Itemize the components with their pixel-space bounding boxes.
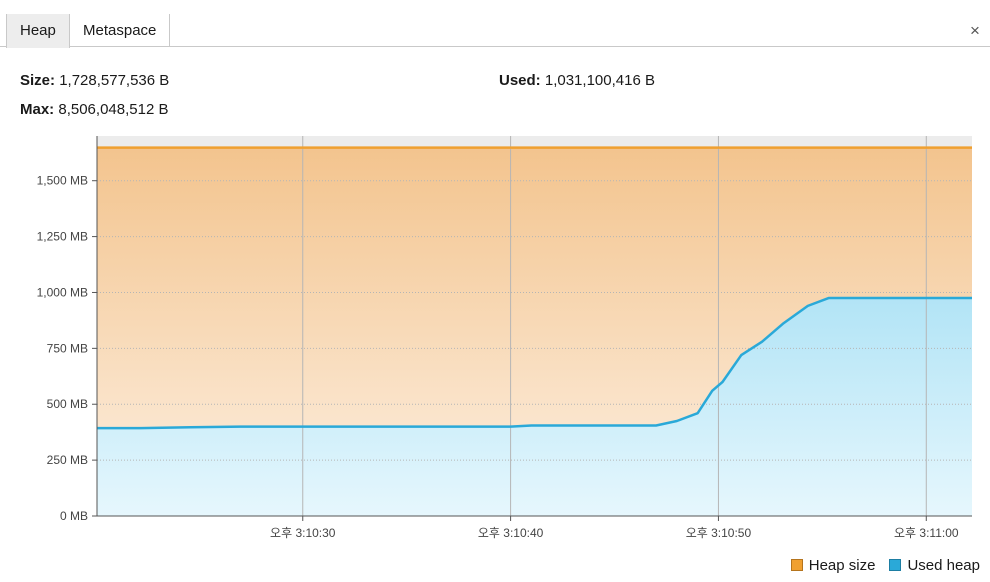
legend-swatch-heap-size [790,559,803,571]
legend-label-used-heap: Used heap [907,556,980,574]
legend-item-used-heap: Used heap [889,557,980,574]
y-tick-label: 0 MB [60,509,88,523]
legend-swatch-used-heap [889,559,902,571]
x-tick-label: 오후 3:10:50 [686,526,752,540]
y-tick-label: 1,250 MB [37,230,88,244]
legend-item-heap-size: Heap size [790,556,876,574]
x-tick-label: 오후 3:11:00 [894,526,959,540]
x-tick-label: 오후 3:10:30 [270,526,336,540]
x-tick-label: 오후 3:10:40 [478,526,544,540]
y-tick-label: 750 MB [47,341,88,355]
chart-legend: Heap size Used heap [777,555,980,575]
legend-label-heap-size: Heap size [808,556,876,574]
y-tick-label: 250 MB [47,453,88,467]
y-tick-label: 1,000 MB [37,285,88,299]
heap-chart: 0 MB 250 MB 500 MB 750 MB 1,000 MB 1,250 MB 1,… [37,136,972,540]
y-tick-label: 1,500 MB [37,174,88,188]
y-tick-label: 500 MB [47,397,88,411]
